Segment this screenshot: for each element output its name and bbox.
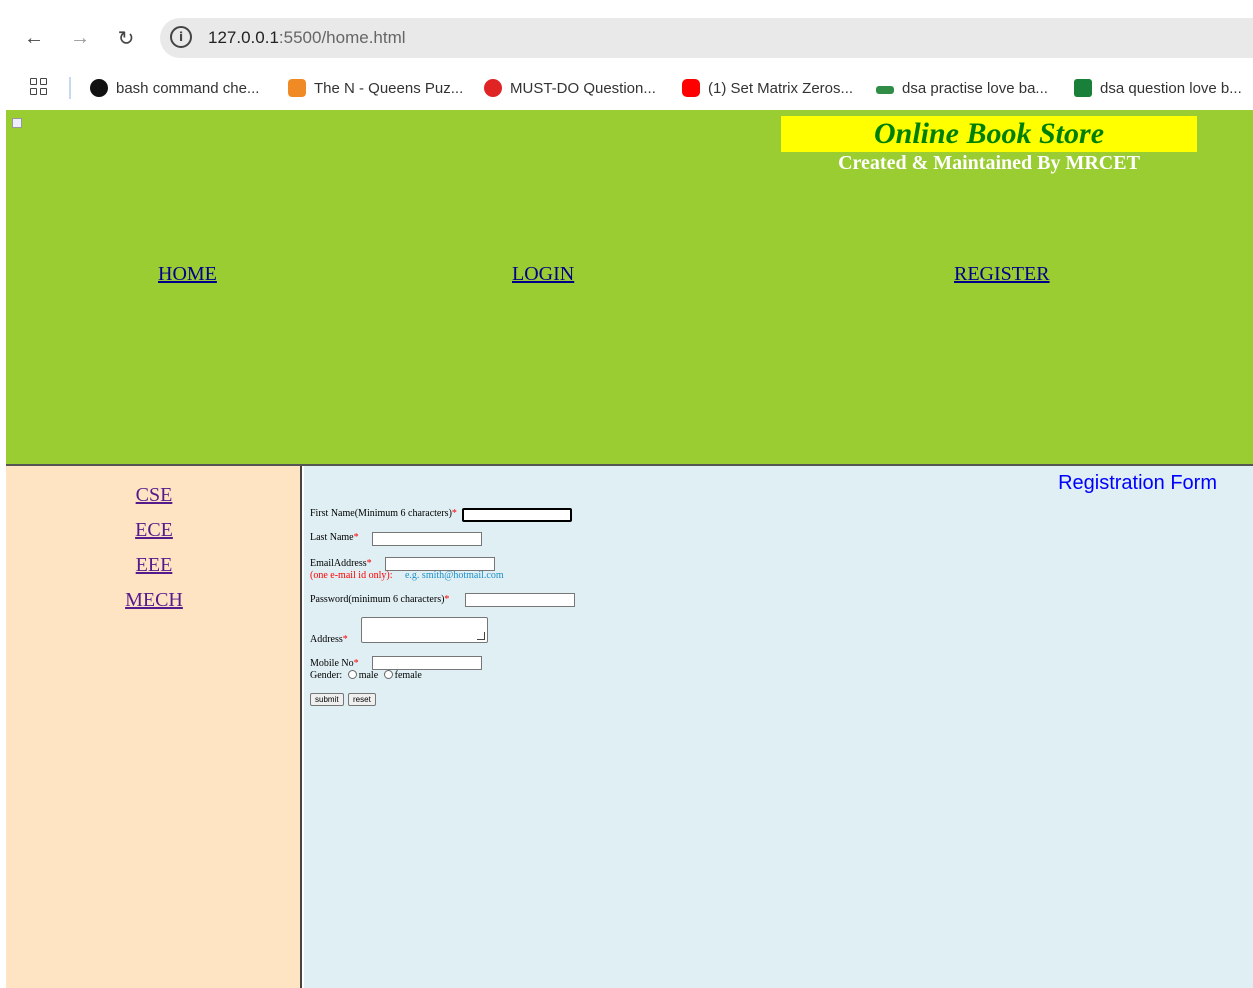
youtube-icon	[682, 79, 700, 97]
sidebar-link-mech[interactable]: MECH	[6, 589, 302, 612]
bookmarks-bar: bash command che... The N - Queens Puz..…	[0, 70, 1253, 110]
bookmark-label: The N - Queens Puz...	[314, 79, 464, 97]
bookmark-label: MUST-DO Question...	[510, 79, 656, 97]
reload-icon[interactable]: ↻	[112, 24, 140, 52]
nav-login-link[interactable]: LOGIN	[512, 263, 574, 286]
page-viewport: Online Book Store Created & Maintained B…	[6, 110, 1253, 988]
gender-female-radio[interactable]	[383, 670, 393, 679]
submit-button[interactable]: submit	[310, 693, 344, 706]
first-name-label: First Name(Minimum 6 characters)*	[310, 508, 457, 519]
last-name-input[interactable]	[372, 532, 482, 546]
bookmark-setmatrix[interactable]: (1) Set Matrix Zeros...	[682, 76, 853, 100]
email-hint: (one e-mail id only): e.g. smith@hotmail…	[310, 570, 504, 581]
gender-row: Gender: male female	[310, 670, 422, 681]
site-subtitle: Created & Maintained By MRCET	[838, 152, 1140, 174]
nav-home-link[interactable]: HOME	[158, 263, 217, 286]
gender-label: Gender:	[310, 670, 343, 681]
mobile-label: Mobile No*	[310, 658, 359, 669]
bookmark-label: dsa practise love ba...	[902, 79, 1048, 97]
email-label: EmailAddress*	[310, 558, 372, 569]
first-name-input[interactable]	[462, 508, 572, 522]
back-arrow-icon[interactable]: ←	[20, 24, 48, 52]
codingninjas-icon	[288, 79, 306, 97]
sheets-icon	[1074, 79, 1092, 97]
browser-toolbar: ← → ↻ i 127.0.0.1:5500/home.html	[0, 0, 1253, 70]
password-input[interactable]	[465, 593, 575, 607]
site-info-icon[interactable]: i	[170, 26, 192, 48]
gender-male-label: male	[358, 670, 379, 681]
github-icon	[90, 79, 108, 97]
bookmark-nqueens[interactable]: The N - Queens Puz...	[288, 76, 463, 100]
sidebar-link-eee[interactable]: EEE	[6, 554, 302, 577]
email-input[interactable]	[385, 557, 495, 571]
registration-panel: Registration Form First Name(Minimum 6 c…	[304, 466, 1253, 988]
bookmark-mustdo[interactable]: MUST-DO Question...	[484, 76, 656, 100]
sidebar-link-ece[interactable]: ECE	[6, 519, 302, 542]
nav-register-link[interactable]: REGISTER	[954, 263, 1050, 286]
forward-arrow-icon[interactable]: →	[66, 24, 94, 52]
broken-image-icon	[12, 118, 22, 128]
gender-female-label: female	[394, 670, 422, 681]
gfg-icon	[876, 86, 894, 94]
gender-male-radio[interactable]	[347, 670, 357, 679]
last-name-label: Last Name*	[310, 532, 359, 543]
address-label: Address*	[310, 634, 348, 645]
bookmark-dsa-question[interactable]: dsa question love b...	[1074, 76, 1242, 100]
apps-grid-icon[interactable]	[30, 78, 48, 96]
mobile-input[interactable]	[372, 656, 482, 670]
url-host: 127.0.0.1	[208, 28, 279, 47]
reset-button[interactable]: reset	[348, 693, 376, 706]
bookmark-bash[interactable]: bash command che...	[90, 76, 259, 100]
url-path: :5500/home.html	[278, 28, 406, 47]
resize-grip-icon[interactable]	[477, 632, 485, 640]
bookmarks-separator	[69, 77, 71, 99]
address-bar-url[interactable]: 127.0.0.1:5500/home.html	[208, 28, 406, 48]
site-title: Online Book Store	[873, 117, 1105, 150]
address-bar[interactable]: i 127.0.0.1:5500/home.html	[160, 18, 1253, 58]
site-title-box: Online Book Store	[781, 116, 1197, 152]
page-header: Online Book Store Created & Maintained B…	[6, 110, 1253, 466]
bookmark-label: bash command che...	[116, 79, 260, 97]
form-title: Registration Form	[1058, 472, 1217, 494]
bookmark-label: (1) Set Matrix Zeros...	[708, 79, 854, 97]
tuf-icon	[484, 79, 502, 97]
password-label: Password(minimum 6 characters)*	[310, 594, 450, 605]
sidebar-link-cse[interactable]: CSE	[6, 484, 302, 507]
department-sidebar: CSE ECE EEE MECH	[6, 466, 302, 988]
bookmark-dsa-practise[interactable]: dsa practise love ba...	[876, 76, 1048, 100]
bookmark-label: dsa question love b...	[1100, 79, 1242, 97]
address-textarea[interactable]	[361, 617, 488, 643]
